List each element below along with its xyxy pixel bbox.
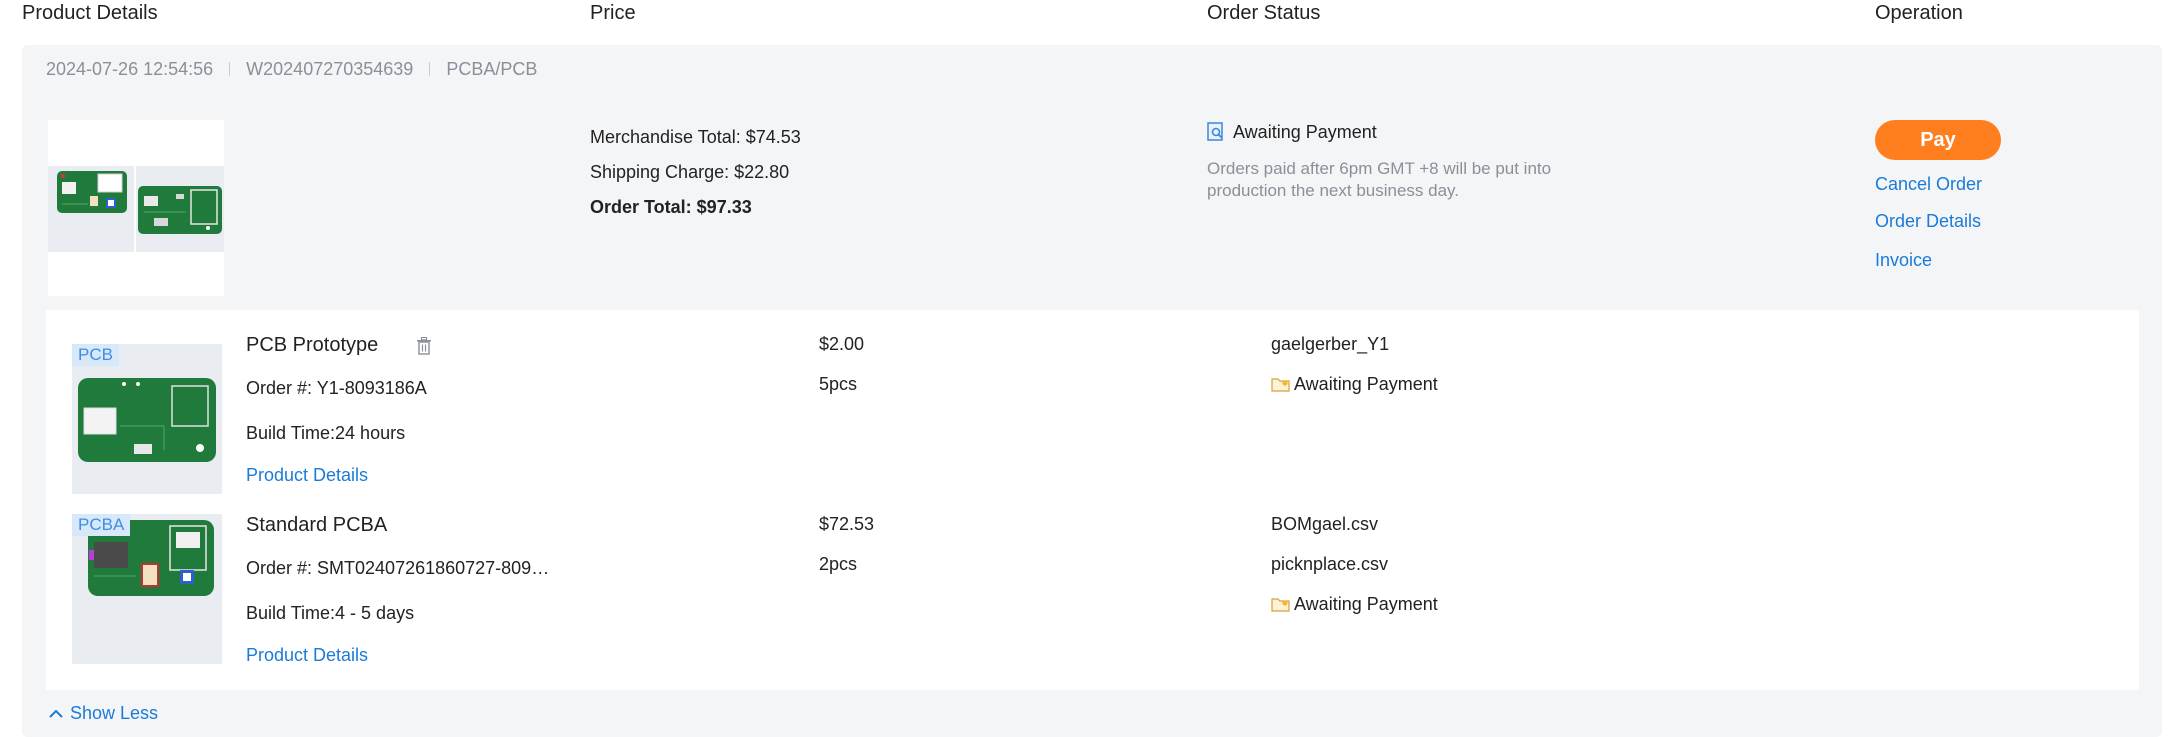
order-meta: 2024-07-26 12:54:56 W202407270354639 PCB… [46,58,537,80]
order-status-block: Awaiting Payment Orders paid after 6pm G… [1207,120,1567,202]
chevron-up-icon [49,709,63,718]
item-name-label: Standard PCBA [246,514,388,536]
item-status: Awaiting Payment [1271,374,1438,395]
cancel-order-link[interactable]: Cancel Order [1875,174,2055,195]
order-details-link[interactable]: Order Details [1875,211,2055,232]
meta-divider [429,62,431,76]
order-status: Awaiting Payment [1207,120,1567,144]
order-items-panel: PCB PCB Prototype Order #: Y1-8093186A B… [46,310,2139,690]
production-note: Orders paid after 6pm GMT +8 will be put… [1207,159,1552,200]
show-less-label: Show Less [70,703,159,723]
pcb-board-image [78,378,216,462]
folder-icon [1271,598,1290,612]
pcb-thumbnail-small [48,166,134,252]
order-date: 2024-07-26 12:54:56 [46,58,214,79]
pcb-board-image [57,171,127,213]
item-price: $72.53 [819,514,875,534]
item-quantity: 2pcs [819,554,858,574]
item-file-name[interactable]: picknplace.csv [1271,554,1388,575]
order-search-icon [1207,122,1223,141]
column-header-product: Product Details [22,2,158,24]
item-quantity: 5pcs [819,374,858,394]
pcba-board-image [88,520,214,596]
column-header-operation: Operation [1875,2,1963,24]
item-status: Awaiting Payment [1271,594,1438,615]
order-type: PCBA/PCB [446,58,538,79]
show-less-toggle[interactable]: Show Less [48,703,158,724]
item-file-name[interactable]: gaelgerber_Y1 [1271,334,1389,355]
pcba-board-image [138,186,222,234]
product-details-link[interactable]: Product Details [246,645,368,666]
item-file-name[interactable]: BOMgael.csv [1271,514,1378,535]
order-total: Order Total: $97.33 [590,197,752,217]
column-header-price: Price [590,2,636,24]
column-header-status: Order Status [1207,2,1321,24]
item-status-label: Awaiting Payment [1294,594,1438,614]
invoice-link[interactable]: Invoice [1875,250,2055,271]
item-build-time: Build Time:4 - 5 days [246,603,415,623]
item-build-time: Build Time:24 hours [246,423,406,443]
merchandise-total: Merchandise Total: $74.53 [590,127,801,147]
item-name: PCB Prototype [246,334,432,357]
column-header-row: Product Details Price Order Status Opera… [0,0,2180,44]
order-thumbnails [48,120,224,296]
item-name-label: PCB Prototype [246,334,379,356]
operations: Pay Cancel Order Order Details Invoice [1875,120,2055,271]
price-summary: Merchandise Total: $74.53 Shipping Charg… [590,120,801,225]
item-price: $2.00 [819,334,865,354]
meta-divider [229,62,231,76]
order-number: W202407270354639 [246,58,414,79]
pay-button[interactable]: Pay [1875,120,2001,160]
item-type-tag: PCB [72,344,119,366]
folder-icon [1271,378,1290,392]
order-status-label: Awaiting Payment [1233,121,1377,142]
item-name: Standard PCBA [246,514,387,537]
product-details-link[interactable]: Product Details [246,465,368,486]
trash-icon[interactable] [416,336,432,355]
item-status-label: Awaiting Payment [1294,374,1438,394]
item-order-number: Order #: Y1-8093186A [246,378,427,398]
item-order-number: Order #: SMT02407261860727-809… [246,558,550,578]
shipping-charge: Shipping Charge: $22.80 [590,162,790,182]
item-thumbnail: PCBA [72,514,222,664]
pcba-thumbnail-small [136,166,224,252]
item-type-tag: PCBA [72,514,131,536]
item-thumbnail: PCB [72,344,222,494]
